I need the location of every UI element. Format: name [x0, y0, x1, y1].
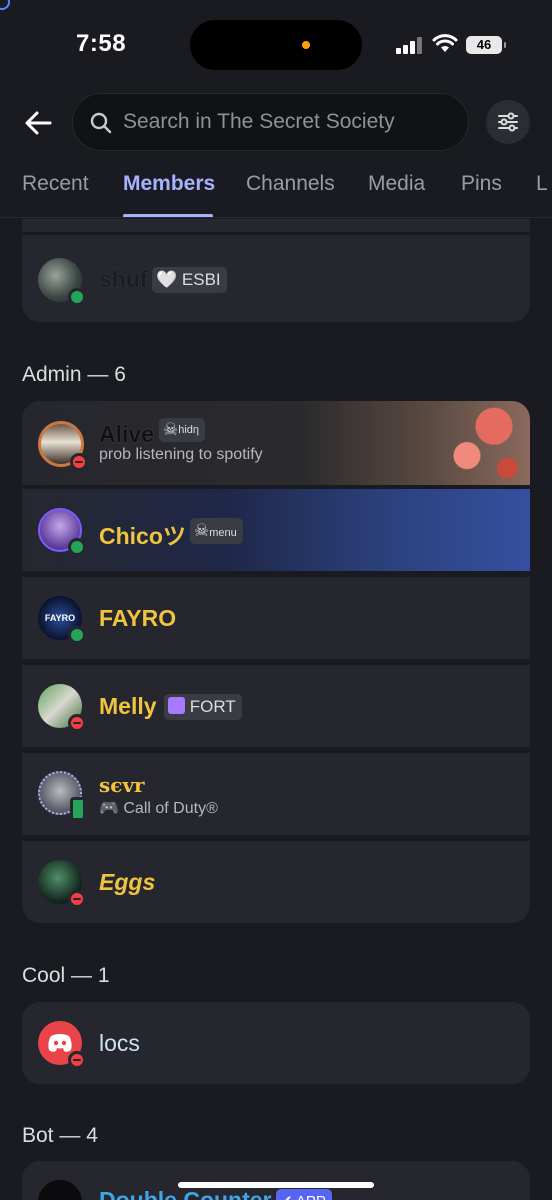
- online-status-icon: [68, 626, 86, 644]
- battery-icon: 46: [466, 36, 506, 54]
- app-badge: ✔ APP: [276, 1189, 332, 1200]
- search-input[interactable]: Search in The Secret Society: [72, 93, 469, 151]
- avatar: [38, 771, 86, 821]
- member-row-eggs[interactable]: Eggs: [22, 841, 530, 923]
- flower-banner: [440, 401, 530, 485]
- avatar: FAYRO: [38, 596, 86, 644]
- avatar: [38, 258, 86, 306]
- accessibility-indicator-icon: [0, 0, 10, 10]
- members-card-top: shuf 🤍 ESBI: [22, 219, 530, 322]
- status-time: 7:58: [76, 30, 127, 57]
- heart-icon: 🤍: [156, 270, 178, 289]
- member-list: shuf 🤍 ESBI Admin — 6 Alive ☠hidη prob l…: [0, 219, 552, 1200]
- member-name: locs: [99, 1030, 140, 1056]
- tab-members[interactable]: Members: [123, 172, 215, 196]
- back-arrow-icon[interactable]: [22, 106, 56, 140]
- member-name: Alive: [99, 421, 154, 447]
- tab-media[interactable]: Media: [368, 172, 425, 196]
- member-row-alive[interactable]: Alive ☠hidη prob listening to spotify: [22, 401, 530, 485]
- guild-tag: ☠menu: [190, 518, 243, 544]
- tab-pins[interactable]: Pins: [461, 172, 502, 196]
- skull-icon: ☠: [163, 420, 179, 439]
- member-name: FAYRO: [99, 605, 177, 631]
- avatar: [38, 508, 86, 556]
- search-placeholder: Search in The Secret Society: [123, 110, 395, 133]
- section-header-cool: Cool — 1: [22, 964, 110, 987]
- avatar: [38, 684, 86, 732]
- section-header-admin: Admin — 6: [22, 363, 126, 386]
- member-name: Chicoツ: [99, 523, 186, 549]
- member-row-sevr[interactable]: sєvr 🎮 Call of Duty®: [22, 753, 530, 835]
- guild-tag: ☠hidη: [159, 418, 206, 442]
- mobile-status-icon: [70, 797, 86, 821]
- home-indicator[interactable]: [178, 1182, 374, 1188]
- tab-links[interactable]: L: [536, 172, 548, 196]
- dnd-status-icon: [68, 714, 86, 732]
- avatar: [38, 421, 88, 471]
- member-name: sєvr: [99, 773, 145, 797]
- member-row-fayro[interactable]: FAYRO FAYRO: [22, 577, 530, 659]
- admin-card: Alive ☠hidη prob listening to spotify Ch…: [22, 401, 530, 923]
- dnd-status-icon: [70, 453, 88, 471]
- search-header: Search in The Secret Society: [0, 92, 552, 156]
- search-icon: [90, 112, 112, 134]
- member-row-shuf[interactable]: shuf 🤍 ESBI: [22, 238, 530, 322]
- activity-dot: [302, 41, 310, 49]
- member-row-chico[interactable]: Chicoツ ☠menu: [22, 489, 530, 571]
- filter-button[interactable]: [486, 100, 530, 144]
- gamepad-icon: 🎮: [99, 800, 119, 817]
- list-item[interactable]: [22, 219, 530, 235]
- member-name: shuf: [99, 266, 148, 292]
- discord-logo-icon: [48, 1034, 72, 1052]
- shield-icon: [168, 697, 185, 714]
- online-status-icon: [68, 538, 86, 556]
- custom-status: prob listening to spotify: [99, 446, 263, 463]
- skull-icon: ☠: [194, 521, 210, 540]
- section-header-bot: Bot — 4: [22, 1124, 98, 1147]
- member-name: Double Counter: [99, 1187, 272, 1200]
- dnd-status-icon: [68, 890, 86, 908]
- online-status-icon: [68, 288, 86, 306]
- tab-bar: Recent Members Channels Media Pins L: [0, 158, 552, 218]
- avatar: [38, 1021, 86, 1069]
- guild-tag: 🤍 ESBI: [152, 267, 227, 293]
- guild-tag: FORT: [164, 694, 242, 720]
- tab-recent[interactable]: Recent: [22, 172, 89, 196]
- dnd-status-icon: [68, 1051, 86, 1069]
- wifi-icon: [432, 34, 458, 52]
- member-row-locs[interactable]: locs: [22, 1002, 530, 1084]
- tab-channels[interactable]: Channels: [246, 172, 335, 196]
- dynamic-island: [190, 20, 362, 70]
- status-bar: 7:58 46: [0, 0, 552, 92]
- member-row-melly[interactable]: Melly FORT: [22, 665, 530, 747]
- activity-status: 🎮 Call of Duty®: [99, 800, 218, 817]
- member-row-double-counter[interactable]: Double Counter ✔ APP: [22, 1161, 530, 1200]
- member-name: Eggs: [99, 869, 156, 895]
- avatar: [38, 1180, 82, 1200]
- avatar: [38, 860, 86, 908]
- sliders-icon: [498, 112, 518, 132]
- cellular-signal-icon: [396, 36, 424, 54]
- active-tab-indicator: [123, 214, 213, 217]
- member-name: Melly: [99, 693, 157, 719]
